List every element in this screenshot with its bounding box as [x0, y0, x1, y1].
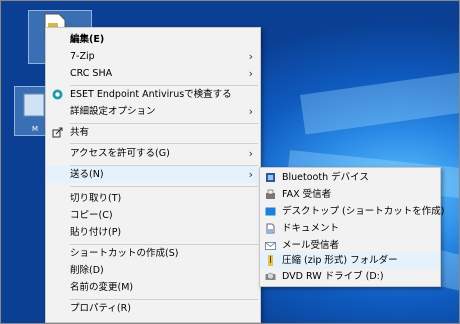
screenshot-frame — [0, 0, 460, 324]
